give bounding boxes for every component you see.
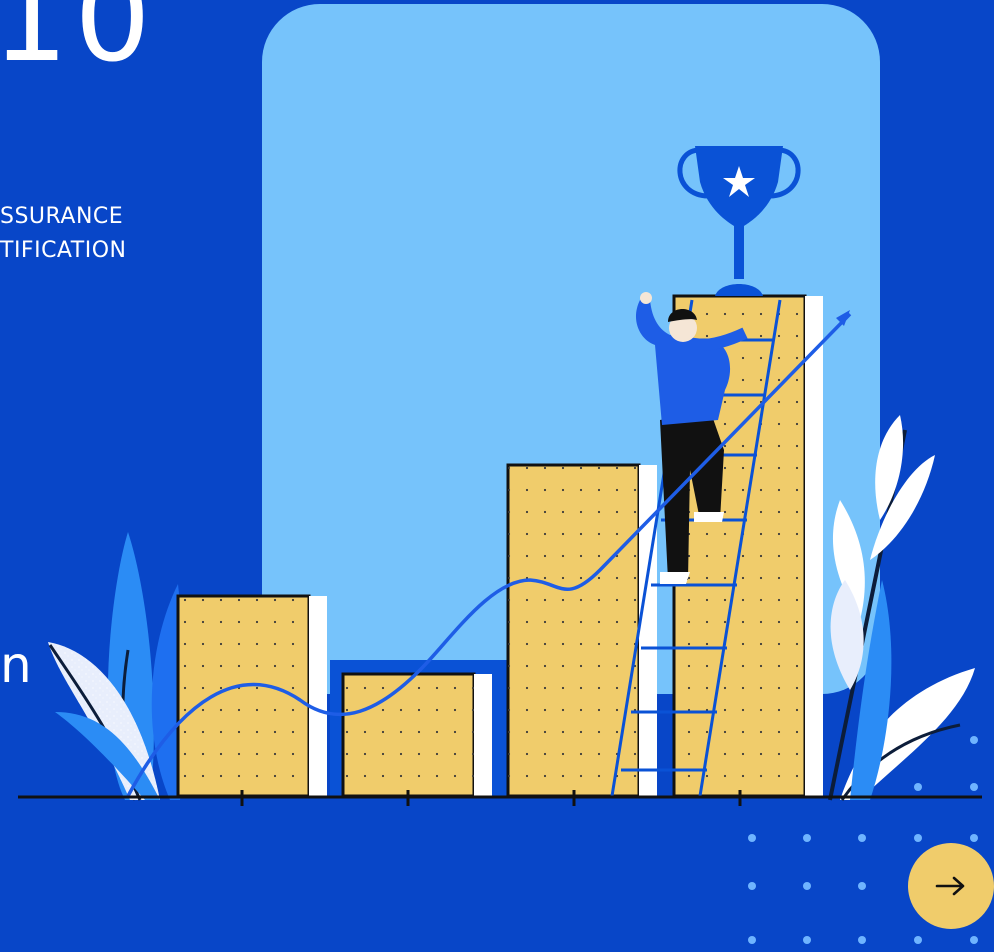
next-slide-button[interactable] <box>908 843 994 929</box>
left-leaves-decoration <box>48 532 186 801</box>
growth-chart-illustration <box>18 4 982 944</box>
arrow-right-icon <box>935 876 965 896</box>
